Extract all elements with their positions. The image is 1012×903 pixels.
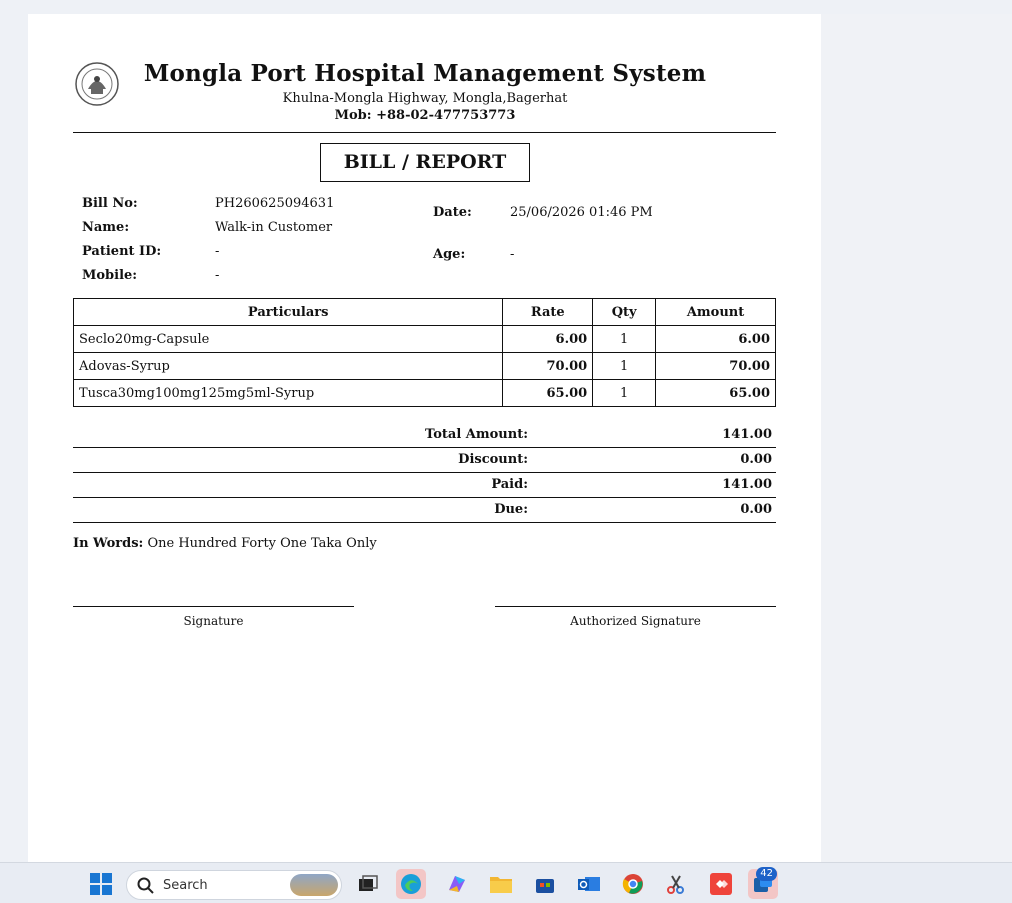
name-label: Name: (82, 220, 130, 235)
particulars-table: Particulars Rate Qty Amount Seclo20mg-Ca… (72, 298, 776, 407)
outlook-app-button[interactable] (574, 869, 604, 899)
patient-id-label: Patient ID: (82, 244, 162, 259)
active-app-button[interactable]: 42 (748, 867, 778, 899)
discount-value: 0.00 (740, 452, 772, 467)
bill-heading: BILL / REPORT (320, 143, 530, 182)
age-value: - (510, 247, 515, 262)
start-button[interactable] (86, 869, 116, 899)
search-icon (137, 877, 154, 894)
header-divider (73, 132, 776, 133)
particular-cell: Tusca30mg100mg125mg5ml-Syrup (72, 379, 504, 407)
table-row: Seclo20mg-Capsule 6.00 1 6.00 (72, 325, 776, 353)
bill-no-label: Bill No: (82, 196, 138, 211)
discount-label: Discount: (458, 452, 528, 467)
hospital-address: Khulna-Mongla Highway, Mongla,Bagerhat (282, 91, 568, 106)
anydesk-app-button[interactable] (706, 869, 736, 899)
in-words-value: One Hundred Forty One Taka Only (147, 536, 377, 551)
particular-cell: Adovas-Syrup (72, 352, 504, 380)
date-value: 25/06/2026 01:46 PM (510, 205, 653, 220)
due-row: Due: 0.00 (73, 498, 776, 523)
amount-cell: 65.00 (655, 379, 776, 407)
m365-icon (449, 876, 465, 892)
rate-cell: 65.00 (502, 379, 594, 407)
task-view-icon (359, 875, 378, 891)
task-view-button[interactable] (353, 869, 383, 899)
bill-no-value: PH260625094631 (215, 196, 335, 211)
amount-cell: 70.00 (655, 352, 776, 380)
hospital-logo-icon (75, 62, 119, 106)
store-app-button[interactable] (530, 869, 560, 899)
due-label: Due: (494, 502, 528, 517)
qty-cell: 1 (592, 379, 657, 407)
column-header-amount: Amount (655, 298, 776, 326)
amount-in-words: In Words: One Hundred Forty One Taka Onl… (73, 536, 377, 551)
age-label: Age: (433, 247, 466, 262)
amount-cell: 6.00 (655, 325, 776, 353)
table-header-row: Particulars Rate Qty Amount (72, 298, 776, 326)
table-row: Adovas-Syrup 70.00 1 70.00 (72, 352, 776, 380)
notification-badge: 42 (756, 867, 777, 881)
total-amount-label: Total Amount: (425, 427, 528, 442)
snipping-tool-button[interactable] (662, 869, 692, 899)
in-words-label: In Words: (73, 536, 144, 551)
m365-app-button[interactable] (442, 869, 472, 899)
signature-line (73, 606, 354, 607)
anydesk-icon (710, 873, 732, 895)
viewer-side-panel (821, 14, 1012, 862)
hospital-title: Mongla Port Hospital Management System (143, 60, 707, 87)
total-amount-value: 141.00 (722, 427, 772, 442)
outlook-icon (578, 877, 600, 891)
column-header-rate: Rate (502, 298, 594, 326)
browser-top-strip (0, 0, 1012, 14)
signature-label: Signature (183, 614, 244, 628)
folder-icon (490, 877, 512, 893)
authorized-signature-line (495, 606, 776, 607)
column-header-particulars: Particulars (72, 298, 504, 326)
hospital-mobile: Mob: +88-02-477753773 (334, 108, 516, 123)
windows-taskbar: Search 42 (0, 862, 1012, 903)
file-explorer-button[interactable] (486, 869, 516, 899)
authorized-signature-label: Authorized Signature (570, 614, 701, 628)
search-highlight-image (290, 874, 338, 896)
discount-row: Discount: 0.00 (73, 448, 776, 473)
column-header-qty: Qty (592, 298, 657, 326)
qty-cell: 1 (592, 352, 657, 380)
rate-cell: 70.00 (502, 352, 594, 380)
search-placeholder: Search (163, 878, 208, 893)
name-value: Walk-in Customer (215, 220, 333, 235)
windows-logo-icon (90, 873, 112, 895)
due-value: 0.00 (740, 502, 772, 517)
qty-cell: 1 (592, 325, 657, 353)
paid-value: 141.00 (722, 477, 772, 492)
total-amount-row: Total Amount: 141.00 (73, 423, 776, 448)
taskbar-search-box[interactable]: Search (126, 870, 342, 900)
chrome-app-button[interactable] (618, 869, 648, 899)
table-row: Tusca30mg100mg125mg5ml-Syrup 65.00 1 65.… (72, 379, 776, 407)
particular-cell: Seclo20mg-Capsule (72, 325, 504, 353)
scissors-icon (667, 875, 684, 894)
edge-app-button[interactable] (396, 869, 426, 899)
edge-icon (401, 874, 421, 894)
mobile-label: Mobile: (82, 268, 138, 283)
date-label: Date: (433, 205, 472, 220)
patient-id-value: - (215, 244, 220, 259)
chrome-icon (622, 874, 643, 894)
paid-label: Paid: (491, 477, 528, 492)
mobile-value: - (215, 268, 220, 283)
store-icon (536, 879, 554, 893)
rate-cell: 6.00 (502, 325, 594, 353)
paid-row: Paid: 141.00 (73, 473, 776, 498)
